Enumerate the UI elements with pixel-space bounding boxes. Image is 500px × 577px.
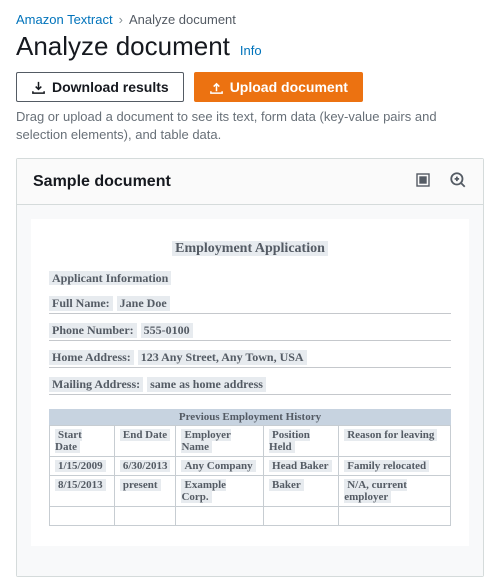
page-title: Analyze document — [16, 31, 230, 62]
th-reason: Reason for leaving — [344, 429, 437, 441]
th-end: End Date — [120, 429, 170, 441]
breadcrumb: Amazon Textract › Analyze document — [16, 12, 484, 27]
value-home-address: 123 Any Street, Any Town, USA — [138, 350, 307, 365]
field-full-name: Full Name: Jane Doe — [49, 294, 451, 314]
cell: 8/15/2013 — [55, 479, 106, 491]
value-phone: 555-0100 — [141, 323, 193, 338]
history-title: Previous Employment History — [176, 411, 324, 423]
cell: N/A, current employer — [344, 479, 407, 503]
cell: Family relocated — [344, 460, 429, 472]
th-start: Start Date — [55, 429, 82, 453]
zoom-in-icon[interactable] — [449, 171, 467, 192]
chevron-right-icon: › — [119, 12, 123, 27]
cell: 6/30/2013 — [120, 460, 171, 472]
field-phone: Phone Number: 555-0100 — [49, 321, 451, 341]
helper-text: Drag or upload a document to see its tex… — [16, 108, 484, 144]
cell: 1/15/2009 — [55, 460, 106, 472]
label-home-address: Home Address: — [49, 350, 134, 365]
table-row: 1/15/2009 6/30/2013 Any Company Head Bak… — [50, 457, 451, 476]
cell: Example Corp. — [181, 479, 226, 503]
cell: Baker — [269, 479, 304, 491]
table-row: 8/15/2013 present Example Corp. Baker N/… — [50, 476, 451, 507]
label-mailing-address: Mailing Address: — [49, 377, 143, 392]
panel-title: Sample document — [33, 173, 171, 191]
doc-title: Employment Application — [172, 241, 328, 256]
cell: Head Baker — [269, 460, 332, 472]
field-home-address: Home Address: 123 Any Street, Any Town, … — [49, 348, 451, 368]
label-full-name: Full Name: — [49, 296, 113, 311]
table-row — [50, 507, 451, 526]
download-icon — [31, 80, 46, 95]
download-results-button[interactable]: Download results — [16, 72, 184, 102]
section-applicant: Applicant Information — [49, 271, 171, 285]
cell: Any Company — [181, 460, 255, 472]
breadcrumb-current: Analyze document — [129, 12, 236, 27]
download-label: Download results — [52, 79, 169, 95]
sample-panel: Sample document Employment Application A… — [16, 158, 484, 577]
th-position: Position Held — [269, 429, 310, 453]
upload-icon — [209, 80, 224, 95]
upload-document-button[interactable]: Upload document — [194, 72, 363, 102]
cell: present — [120, 479, 161, 491]
info-link[interactable]: Info — [240, 43, 262, 58]
value-full-name: Jane Doe — [117, 296, 170, 311]
history-table: Start Date End Date Employer Name Positi… — [49, 425, 451, 526]
select-all-icon[interactable] — [415, 172, 431, 191]
document-preview: Employment Application Applicant Informa… — [31, 219, 469, 546]
field-mailing-address: Mailing Address: same as home address — [49, 375, 451, 395]
breadcrumb-root[interactable]: Amazon Textract — [16, 12, 113, 27]
upload-label: Upload document — [230, 79, 348, 95]
value-mailing-address: same as home address — [147, 377, 266, 392]
th-employer: Employer Name — [181, 429, 230, 453]
label-phone: Phone Number: — [49, 323, 137, 338]
